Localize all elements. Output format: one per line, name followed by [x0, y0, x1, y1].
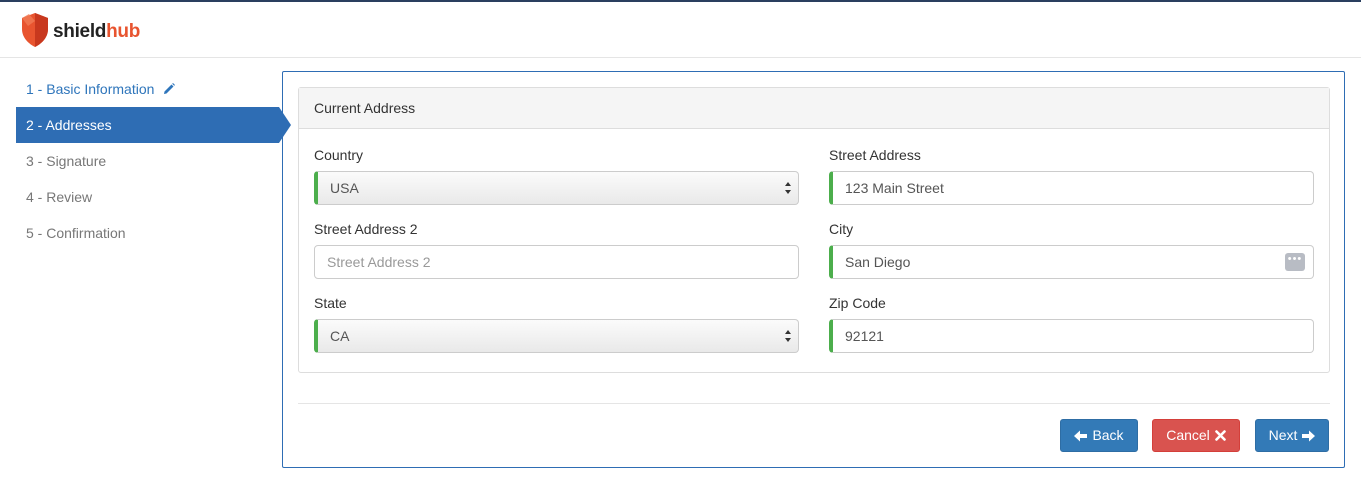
arrow-left-icon: [1074, 430, 1088, 441]
street-address-field: Street Address 123 Main Street: [829, 145, 1314, 205]
country-value: USA: [330, 180, 359, 196]
brand-name: shieldhub: [53, 20, 141, 42]
country-select[interactable]: USA: [314, 171, 799, 205]
state-value: CA: [330, 328, 350, 344]
street-address-value: 123 Main Street: [845, 180, 944, 196]
shield-logo-icon: [20, 12, 50, 51]
footer-divider: [298, 403, 1330, 404]
street-address-2-label: Street Address 2: [314, 221, 418, 237]
zip-code-input[interactable]: 92121: [829, 319, 1314, 353]
step-label: 3 - Signature: [26, 153, 107, 169]
country-label: Country: [314, 147, 364, 163]
close-icon: [1214, 430, 1226, 441]
state-select[interactable]: CA: [314, 319, 799, 353]
select-arrows-icon: [785, 182, 791, 194]
city-field: City San Diego •••: [829, 219, 1314, 279]
app-header: shieldhub: [0, 2, 1361, 58]
street-address-2-input[interactable]: Street Address 2: [314, 245, 799, 279]
city-label: City: [829, 221, 854, 237]
street-address-label: Street Address: [829, 147, 921, 163]
step-confirmation[interactable]: 5 - Confirmation: [16, 215, 279, 251]
next-button[interactable]: Next: [1255, 419, 1329, 452]
step-basic-information[interactable]: 1 - Basic Information: [16, 71, 279, 107]
arrow-right-icon: [1302, 430, 1316, 441]
street-address-2-field: Street Address 2 Street Address 2: [314, 219, 799, 279]
cancel-label: Cancel: [1166, 427, 1210, 443]
step-signature[interactable]: 3 - Signature: [16, 143, 279, 179]
country-field: Country USA: [314, 145, 799, 205]
city-value: San Diego: [845, 254, 911, 270]
step-label: 4 - Review: [26, 189, 93, 205]
step-addresses[interactable]: 2 - Addresses: [16, 107, 291, 143]
select-arrows-icon: [785, 330, 791, 342]
cancel-button[interactable]: Cancel: [1152, 419, 1240, 452]
city-input[interactable]: San Diego •••: [829, 245, 1314, 279]
zip-code-field: Zip Code 92121: [829, 293, 1314, 353]
step-label: 1 - Basic Information: [26, 81, 155, 97]
address-panel: Current Address Country USA Street Addre…: [298, 87, 1330, 373]
more-dots-icon[interactable]: •••: [1285, 253, 1305, 271]
street-address-2-placeholder: Street Address 2: [327, 254, 431, 270]
state-field: State CA: [314, 293, 799, 353]
zip-code-label: Zip Code: [829, 295, 886, 311]
next-label: Next: [1268, 427, 1298, 443]
pencil-icon: [162, 73, 176, 109]
wizard-steps: 1 - Basic Information 2 - Addresses 3 - …: [16, 71, 294, 251]
back-button[interactable]: Back: [1060, 419, 1138, 452]
step-label: 5 - Confirmation: [26, 225, 126, 241]
street-address-input[interactable]: 123 Main Street: [829, 171, 1314, 205]
brand-logo[interactable]: shieldhub: [20, 12, 140, 51]
zip-code-value: 92121: [845, 328, 884, 344]
step-label: 2 - Addresses: [26, 117, 112, 133]
wizard-card: Current Address Country USA Street Addre…: [282, 71, 1345, 468]
panel-title: Current Address: [299, 88, 1329, 129]
back-label: Back: [1092, 427, 1124, 443]
step-review[interactable]: 4 - Review: [16, 179, 279, 215]
state-label: State: [314, 295, 347, 311]
